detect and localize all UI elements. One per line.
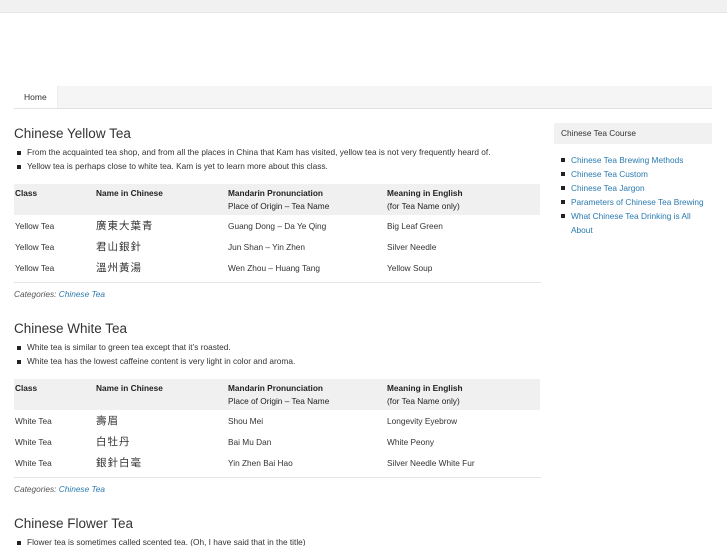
table-row: White Tea 銀針白毫 Yin Zhen Bai Hao Silver N… (14, 452, 540, 473)
list-item: White tea is similar to green tea except… (14, 341, 541, 355)
header-class: Class (15, 188, 38, 198)
table-row: Yellow Tea 君山銀針 Jun Shan – Yin Zhen Silv… (14, 236, 540, 257)
post-flower-tea: Chinese Flower Tea Flower tea is sometim… (14, 515, 541, 546)
table-row: Yellow Tea 溫州黃湯 Wen Zhou – Huang Tang Ye… (14, 257, 540, 278)
cell-meaning: Big Leaf Green (387, 220, 443, 231)
cell-class: White Tea (15, 415, 52, 426)
post-categories: Categories: Chinese Tea (14, 282, 541, 320)
header-chinese-name: Name in Chinese (96, 383, 163, 393)
cell-pronunciation: Shou Mei (228, 415, 264, 426)
table-header-row: Class Name in Chinese Mandarin Pronuncia… (14, 379, 540, 410)
table-header-row: Class Name in Chinese Mandarin Pronuncia… (14, 184, 540, 215)
cell-chinese-name: 溫州黃湯 (96, 262, 142, 274)
cell-meaning: Yellow Soup (387, 262, 433, 273)
sidebar-link-tea-drinking-about[interactable]: What Chinese Tea Drinking is All About (561, 209, 712, 237)
cell-meaning: Silver Needle (387, 241, 437, 252)
categories-label: Categories: (14, 289, 57, 299)
cell-chinese-name: 銀針白毫 (96, 457, 142, 469)
cell-pronunciation: Jun Shan – Yin Zhen (228, 241, 306, 252)
table-row: White Tea 壽眉 Shou Mei Longevity Eyebrow (14, 410, 540, 431)
sidebar-link-brewing-methods[interactable]: Chinese Tea Brewing Methods (561, 153, 712, 167)
list-item: White tea has the lowest caffeine conten… (14, 355, 541, 369)
main-content: Chinese Yellow Tea From the acquainted t… (14, 125, 541, 546)
cell-chinese-name: 君山銀針 (96, 241, 142, 253)
cell-class: Yellow Tea (15, 262, 55, 273)
page: Home Chinese Yellow Tea From the acquain… (0, 12, 727, 546)
post-title[interactable]: Chinese Flower Tea (14, 515, 541, 533)
post-title[interactable]: Chinese Yellow Tea (14, 125, 541, 143)
category-link[interactable]: Chinese Tea (59, 484, 105, 494)
nav-home-link[interactable]: Home (14, 86, 58, 108)
header-pronunciation: Mandarin Pronunciation Place of Origin – … (227, 184, 386, 215)
header-pronunciation-label: Mandarin Pronunciation (228, 188, 323, 198)
cell-pronunciation: Yin Zhen Bai Hao (228, 457, 293, 468)
post-bullet-list: White tea is similar to green tea except… (14, 341, 541, 368)
cell-class: White Tea (15, 436, 52, 447)
post-title[interactable]: Chinese White Tea (14, 320, 541, 338)
sidebar-link-tea-custom[interactable]: Chinese Tea Custom (561, 167, 712, 181)
cell-pronunciation: Wen Zhou – Huang Tang (228, 262, 320, 273)
sidebar: Chinese Tea Course Chinese Tea Brewing M… (554, 123, 712, 237)
category-link[interactable]: Chinese Tea (59, 289, 105, 299)
header-pronunciation-label: Mandarin Pronunciation (228, 383, 323, 393)
header-meaning-sub: (for Tea Name only) (387, 201, 460, 211)
table-row: White Tea 白牡丹 Bai Mu Dan White Peony (14, 431, 540, 452)
header-meaning-label: Meaning in English (387, 383, 463, 393)
sidebar-link-tea-jargon[interactable]: Chinese Tea Jargon (561, 181, 712, 195)
sidebar-link-brewing-parameters[interactable]: Parameters of Chinese Tea Brewing (561, 195, 712, 209)
course-link-list: Chinese Tea Brewing Methods Chinese Tea … (554, 153, 712, 237)
header-meaning-sub: (for Tea Name only) (387, 396, 460, 406)
categories-label: Categories: (14, 484, 57, 494)
header-pronunciation-sub: Place of Origin – Tea Name (228, 201, 330, 211)
tea-table: Class Name in Chinese Mandarin Pronuncia… (14, 184, 540, 278)
header-meaning-label: Meaning in English (387, 188, 463, 198)
cell-chinese-name: 廣東大葉青 (96, 220, 154, 232)
cell-chinese-name: 壽眉 (96, 415, 119, 427)
header-pronunciation-sub: Place of Origin – Tea Name (228, 396, 330, 406)
cell-chinese-name: 白牡丹 (96, 436, 131, 448)
cell-meaning: White Peony (387, 436, 435, 447)
header-meaning: Meaning in English (for Tea Name only) (386, 184, 540, 215)
list-item: Yellow tea is perhaps close to white tea… (14, 160, 541, 174)
cell-meaning: Longevity Eyebrow (387, 415, 458, 426)
cell-pronunciation: Bai Mu Dan (228, 436, 272, 447)
header-chinese-name: Name in Chinese (96, 188, 163, 198)
cell-class: Yellow Tea (15, 220, 55, 231)
tea-table: Class Name in Chinese Mandarin Pronuncia… (14, 379, 540, 473)
list-item: From the acquainted tea shop, and from a… (14, 146, 541, 160)
main-navigation: Home (14, 86, 712, 109)
cell-pronunciation: Guang Dong – Da Ye Qing (228, 220, 327, 231)
cell-class: White Tea (15, 457, 52, 468)
cell-class: Yellow Tea (15, 241, 55, 252)
table-row: Yellow Tea 廣東大葉青 Guang Dong – Da Ye Qing… (14, 215, 540, 236)
widget-title: Chinese Tea Course (554, 123, 712, 144)
post-yellow-tea: Chinese Yellow Tea From the acquainted t… (14, 125, 541, 320)
post-white-tea: Chinese White Tea White tea is similar t… (14, 320, 541, 515)
post-categories: Categories: Chinese Tea (14, 477, 541, 515)
header-class: Class (15, 383, 38, 393)
post-bullet-list: From the acquainted tea shop, and from a… (14, 146, 541, 173)
cell-meaning: Silver Needle White Fur (387, 457, 475, 468)
header-meaning: Meaning in English (for Tea Name only) (386, 379, 540, 410)
header-pronunciation: Mandarin Pronunciation Place of Origin – … (227, 379, 386, 410)
